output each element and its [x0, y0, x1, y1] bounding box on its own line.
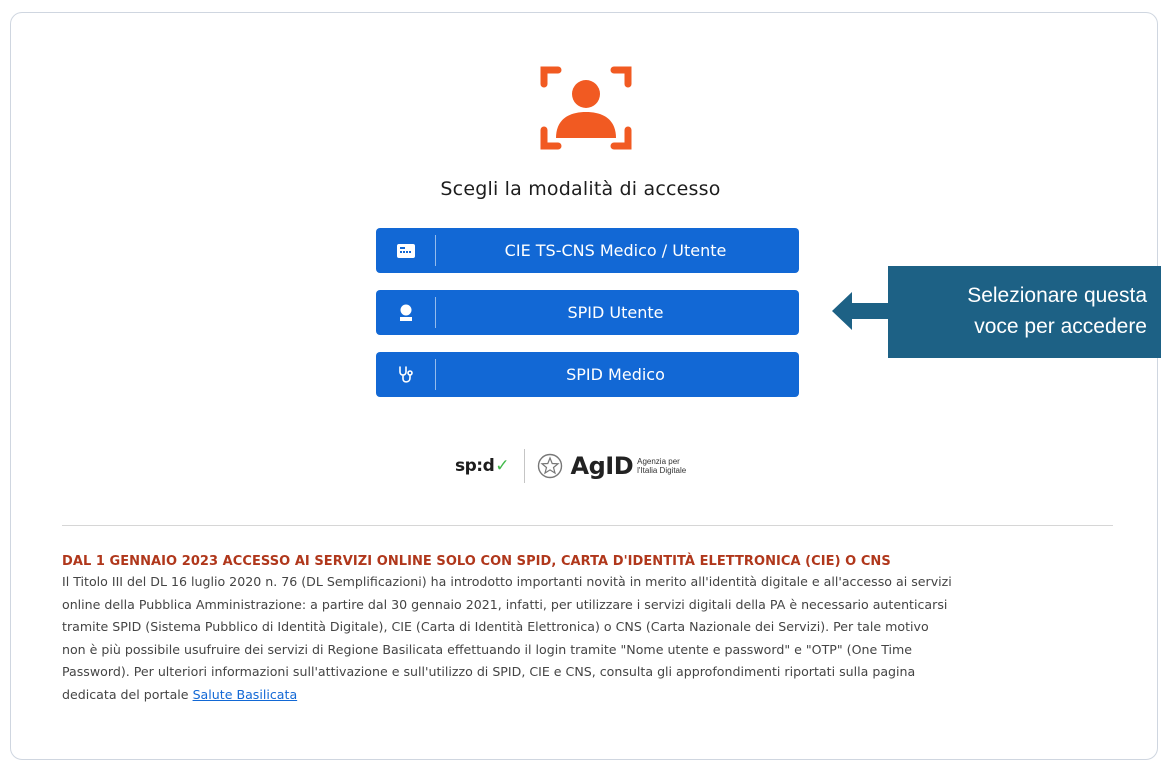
notice-body: Il Titolo III del DL 16 luglio 2020 n. 7… — [62, 571, 1114, 707]
notice-line: online della Pubblica Amministrazione: a… — [62, 596, 948, 612]
cie-ts-cns-label: CIE TS-CNS Medico / Utente — [504, 241, 727, 260]
notice-line: Il Titolo III del DL 16 luglio 2020 n. 7… — [62, 574, 952, 589]
spid-utente-button[interactable]: SPID Utente — [376, 290, 799, 335]
callout-arrow-icon — [832, 292, 892, 330]
salute-basilicata-link[interactable]: Salute Basilicata — [193, 687, 298, 702]
agid-subtitle-line1: Agenzia per — [637, 457, 680, 466]
notice-line: tramite SPID (Sistema Pubblico di Identi… — [62, 619, 929, 635]
agid-subtitle: Agenzia per l'Italia Digitale — [637, 457, 686, 475]
face-scan-icon — [540, 66, 632, 150]
page-title: Scegli la modalità di accesso — [440, 178, 721, 200]
callout-line1: Selezionare questa — [967, 284, 1147, 307]
notice-line: non è più possibile usufruire dei serviz… — [62, 641, 913, 657]
spid-logo: sp:d — [455, 456, 495, 476]
notice-line: Password). Per ulteriori informazioni su… — [62, 664, 916, 680]
agid-logo: AgID — [570, 452, 634, 480]
logos-row: sp:d ✓ AgID Agenzia per l'Italia Digital… — [455, 446, 686, 486]
callout-box: Selezionare questa voce per accedere — [888, 266, 1161, 358]
spid-check-icon: ✓ — [495, 456, 510, 476]
spid-medico-label: SPID Medico — [566, 365, 665, 384]
spid-utente-label: SPID Utente — [567, 303, 664, 322]
stethoscope-icon — [376, 359, 436, 390]
id-card-icon — [376, 235, 436, 266]
spid-medico-button[interactable]: SPID Medico — [376, 352, 799, 397]
notice-line-last: dedicata del portale Salute Basilicata — [62, 684, 1114, 707]
notice-line-prefix: dedicata del portale — [62, 686, 193, 702]
logo-separator — [523, 449, 525, 483]
italian-emblem-icon — [537, 453, 562, 479]
cie-ts-cns-button[interactable]: CIE TS-CNS Medico / Utente — [376, 228, 799, 273]
divider — [62, 525, 1113, 526]
notice-title: DAL 1 GENNAIO 2023 ACCESSO AI SERVIZI ON… — [62, 554, 891, 569]
user-icon — [376, 297, 436, 328]
agid-subtitle-line2: l'Italia Digitale — [637, 466, 687, 475]
callout-line2: voce per accedere — [974, 315, 1147, 338]
